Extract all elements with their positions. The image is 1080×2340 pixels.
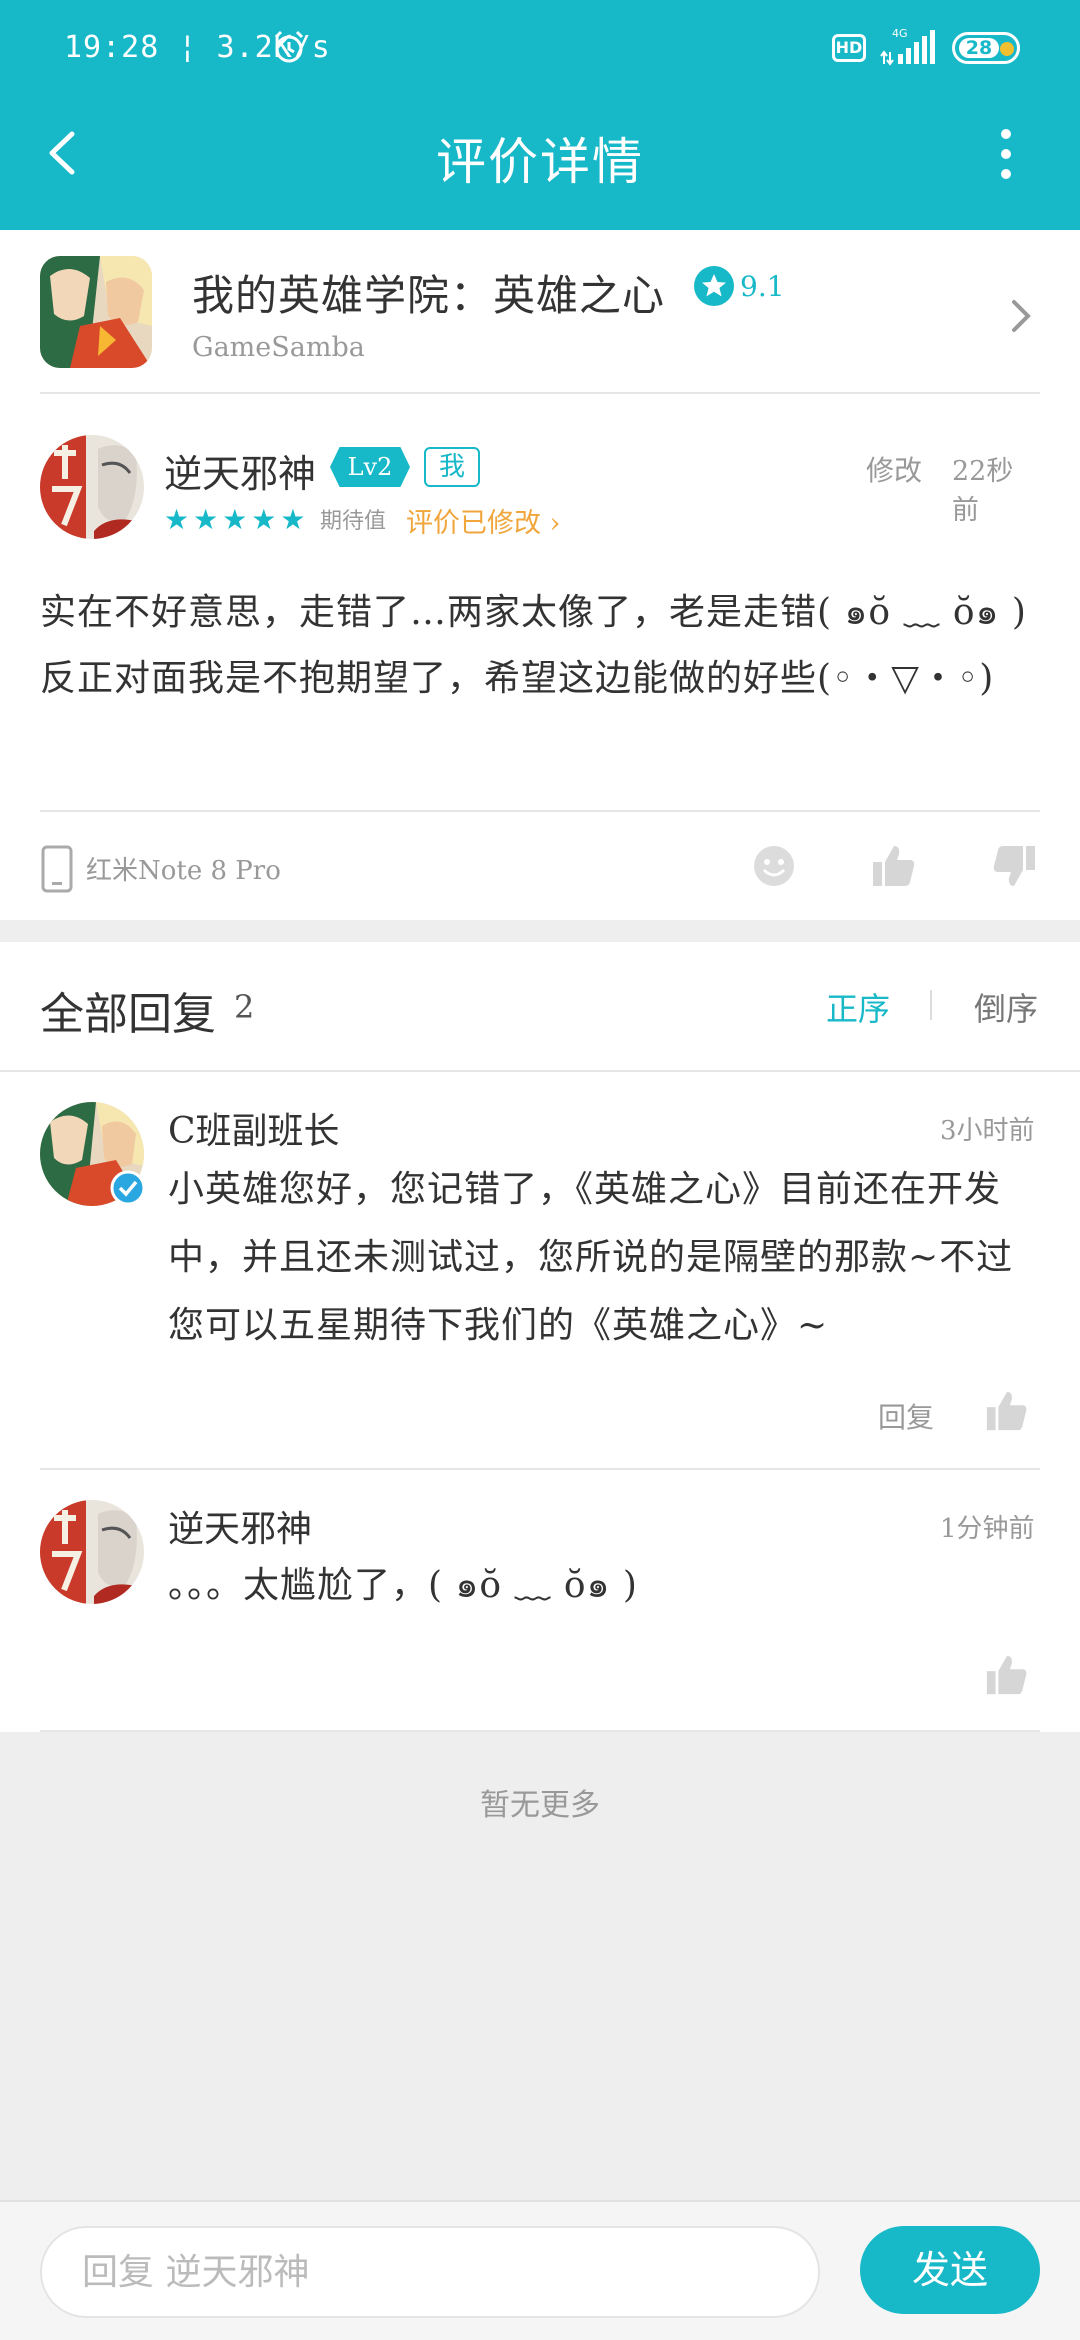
divider	[0, 1070, 1080, 1072]
nav-bar: 评价详情	[0, 100, 1080, 210]
status-bar: 19:28 ¦ 3.2K/s HD 4G 28	[0, 0, 1080, 96]
sort-separator	[930, 990, 932, 1020]
reply-button[interactable]: 回复	[878, 1396, 934, 1436]
replies-count: 2	[234, 988, 255, 1026]
review-footer: 红米Note 8 Pro	[40, 842, 1040, 902]
author-avatar[interactable]	[40, 435, 144, 539]
reply-avatar[interactable]	[40, 1500, 144, 1604]
game-header[interactable]: 我的英雄学院：英雄之心 9.1 GameSamba	[40, 256, 1040, 386]
divider	[40, 392, 1040, 394]
emoji-icon[interactable]	[750, 842, 798, 890]
rating-stars: ★★★★★	[164, 503, 310, 536]
review-card: 我的英雄学院：英雄之心 9.1 GameSamba 逆天邪神 Lv2 我 ★★★…	[0, 230, 1080, 920]
reply-author[interactable]: C班副班长	[168, 1102, 340, 1154]
device-name: 红米Note 8 Pro	[86, 856, 281, 886]
review-time: 22秒前	[952, 456, 1014, 526]
divider	[40, 810, 1040, 812]
review-header: 逆天邪神 Lv2 我 ★★★★★ 期待值 评价已修改 › 修改 22秒前	[40, 435, 1040, 545]
top-app-bar: 19:28 ¦ 3.2K/s HD 4G 28 评价详情	[0, 0, 1080, 230]
divider	[40, 1468, 1040, 1470]
thumbs-up-icon[interactable]	[870, 842, 918, 890]
edit-button[interactable]: 修改	[866, 449, 922, 489]
expect-label: 期待值	[320, 509, 387, 534]
divider	[40, 1730, 1040, 1732]
reply-time: 3小时前	[940, 1116, 1035, 1146]
more-vertical-icon[interactable]	[996, 126, 1016, 182]
battery-tip	[1000, 42, 1014, 56]
hd-icon: HD	[832, 34, 866, 62]
chevron-right-icon	[1012, 300, 1031, 332]
alarm-icon	[274, 30, 304, 63]
reply-body: 。。。太尴尬了，( ๑ŏ ﹏ ŏ๑ )	[168, 1565, 638, 1606]
modified-link[interactable]: 评价已修改 ›	[406, 501, 560, 540]
battery-icon: 28	[952, 32, 1020, 64]
reply-composer: 发送	[0, 2200, 1080, 2340]
sort-reverse-tab[interactable]: 倒序	[974, 984, 1038, 1030]
thumbs-up-icon[interactable]	[984, 1652, 1030, 1698]
author-name[interactable]: 逆天邪神	[164, 443, 316, 498]
game-name: 我的英雄学院：英雄之心	[192, 271, 666, 320]
reply-author[interactable]: 逆天邪神	[168, 1500, 312, 1552]
battery-level: 28	[959, 38, 999, 58]
level-badge: Lv2	[330, 447, 410, 487]
game-score: 9.1	[740, 270, 785, 303]
rating-star-icon	[694, 266, 734, 306]
verified-icon	[110, 1170, 146, 1206]
game-developer: GameSamba	[192, 332, 365, 363]
reply-input[interactable]	[40, 2226, 820, 2318]
thumbs-up-icon[interactable]	[984, 1388, 1030, 1434]
phone-icon	[41, 845, 73, 893]
game-icon	[40, 256, 152, 368]
no-more-label: 暂无更多	[480, 1788, 600, 1823]
replies-title: 全部回复	[40, 989, 216, 1040]
signal-icon: 4G	[880, 27, 935, 66]
sort-forward-tab[interactable]: 正序	[826, 984, 890, 1030]
replies-section: 全部回复 2 正序 倒序 C班副班长 3小时前 小英雄您好，您记错了，《英雄之心…	[0, 942, 1080, 1732]
send-button[interactable]: 发送	[860, 2226, 1040, 2314]
page-title: 评价详情	[436, 133, 644, 191]
thumbs-down-icon[interactable]	[990, 842, 1038, 890]
reply-time: 1分钟前	[940, 1514, 1035, 1544]
review-body: 实在不好意思，走错了…两家太像了，老是走错( ๑ŏ ﹏ ŏ๑ )反正对面我是不抱…	[40, 592, 1027, 699]
network-label: 4G	[892, 27, 908, 40]
reply-body: 小英雄您好，您记错了，《英雄之心》目前还在开发中，并且还未测试过，您所说的是隔壁…	[168, 1169, 1014, 1346]
me-badge: 我	[424, 447, 480, 487]
